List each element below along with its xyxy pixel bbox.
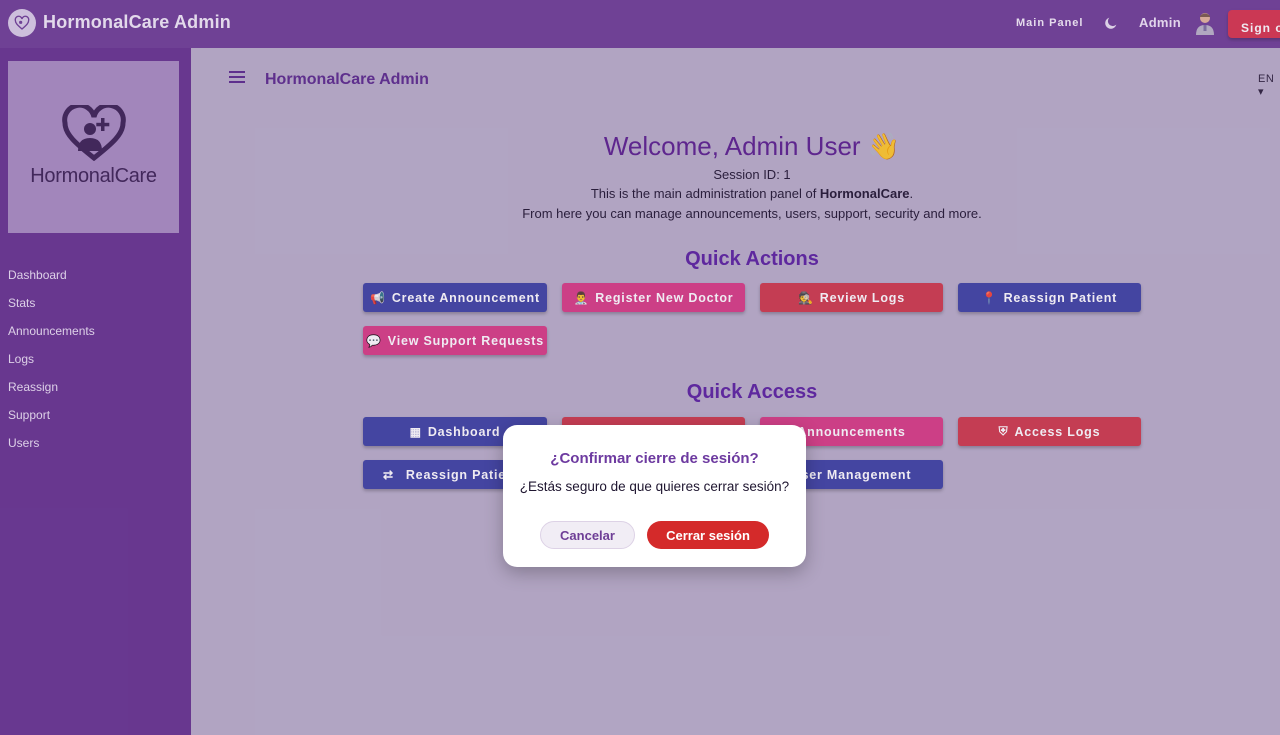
dialog-title: ¿Confirmar cierre de sesión? [550, 450, 759, 467]
modal-backdrop[interactable] [0, 0, 1280, 735]
logout-confirm-dialog: ¿Confirmar cierre de sesión? ¿Estás segu… [503, 425, 806, 567]
confirm-logout-button[interactable]: Cerrar sesión [647, 521, 769, 549]
cancel-button[interactable]: Cancelar [540, 521, 635, 549]
dialog-message: ¿Estás seguro de que quieres cerrar sesi… [519, 479, 790, 494]
